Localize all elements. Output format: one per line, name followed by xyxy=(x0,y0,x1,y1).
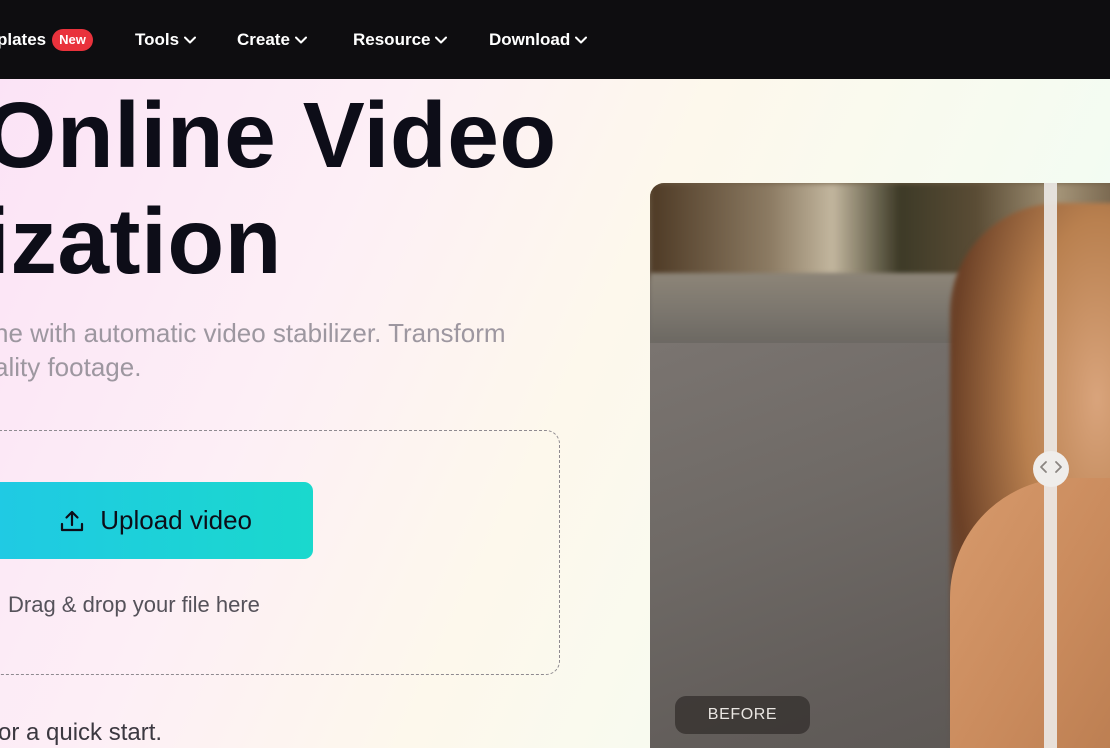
page-title-line-1: Online Video xyxy=(0,83,557,187)
page-title: Online Video ization xyxy=(0,82,557,294)
nav-item-label: Resource xyxy=(353,29,431,49)
upload-icon xyxy=(60,509,84,533)
compare-arrows-icon xyxy=(1038,460,1064,479)
chevron-down-icon xyxy=(435,36,448,44)
chevron-down-icon xyxy=(575,36,588,44)
page-subtitle: ne with automatic video stabilizer. Tran… xyxy=(0,316,506,384)
new-badge: New xyxy=(52,28,93,51)
nav-item-download[interactable]: Download xyxy=(489,0,588,79)
quick-start-text: or a quick start. xyxy=(0,719,163,746)
nav-item-label: plates xyxy=(0,29,47,49)
drag-drop-hint: Drag & drop your file here xyxy=(8,592,260,617)
upload-video-button[interactable]: Upload video xyxy=(0,482,313,559)
nav-item-label: Tools xyxy=(135,29,180,49)
nav-item-resource[interactable]: Resource xyxy=(353,0,448,79)
upload-video-label: Upload video xyxy=(100,505,252,535)
page-subtitle-line-1: ne with automatic video stabilizer. Tran… xyxy=(0,318,506,348)
nav-item-label: Download xyxy=(489,29,571,49)
nav-item-label: Create xyxy=(237,29,290,49)
before-label: BEFORE xyxy=(675,696,810,734)
chevron-down-icon xyxy=(294,36,307,44)
nav-item-templates[interactable]: plates New xyxy=(0,0,93,79)
page-subtitle-line-2: ality footage. xyxy=(0,352,142,382)
nav-item-create[interactable]: Create xyxy=(237,0,307,79)
chevron-down-icon xyxy=(184,36,197,44)
compare-handle[interactable] xyxy=(1033,451,1069,487)
top-nav: plates New Tools Create Resource Downloa… xyxy=(0,0,1110,79)
nav-item-tools[interactable]: Tools xyxy=(135,0,197,79)
page-title-line-2: ization xyxy=(0,189,282,293)
